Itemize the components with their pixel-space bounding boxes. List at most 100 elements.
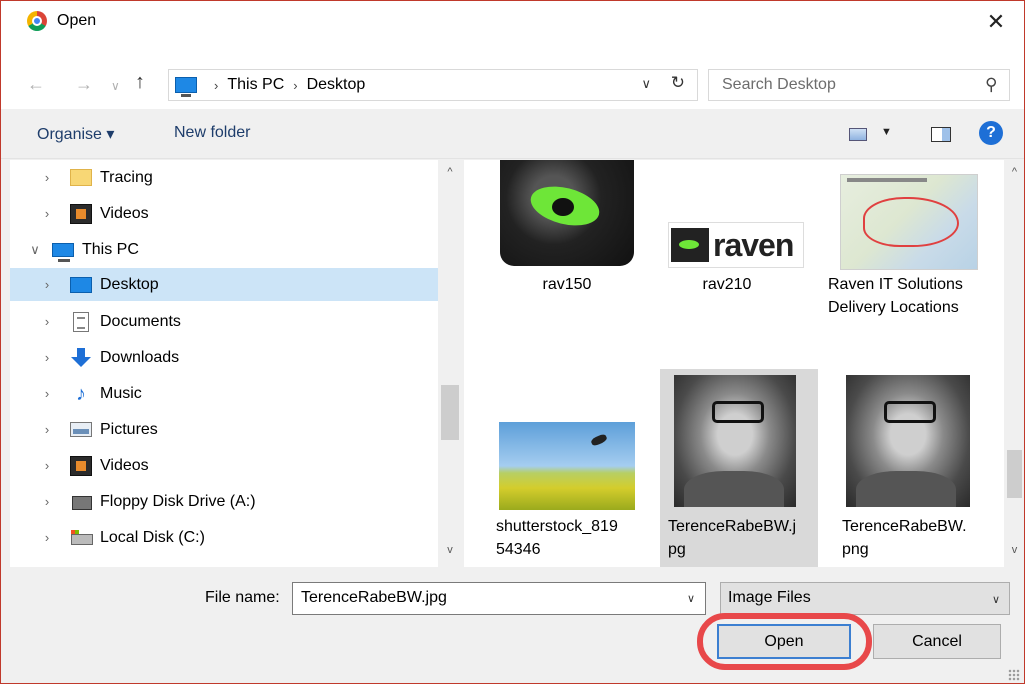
preview-pane-icon[interactable]	[931, 127, 951, 142]
file-name-dropdown-icon[interactable]: ∨	[687, 592, 695, 605]
open-file-dialog: Open ✕ ← → ∨ ↑ › This PC › Desktop ∨ ↻ S…	[0, 0, 1025, 684]
expand-chevron-icon[interactable]: ›	[36, 530, 58, 545]
nav-item-tracing[interactable]: › Tracing	[10, 161, 438, 194]
rav210-thumbnail: raven	[668, 222, 804, 268]
view-options-chevron-icon[interactable]: ▼	[881, 126, 892, 138]
nav-item-pictures[interactable]: › Pictures	[10, 413, 438, 446]
scroll-up-icon[interactable]: ^	[438, 166, 462, 178]
desktop-icon	[70, 276, 92, 293]
file-tile-shutterstock[interactable]: shutterstock_819 54346	[488, 370, 646, 567]
dialog-title: Open	[57, 12, 97, 29]
scroll-up-icon[interactable]: ^	[1005, 166, 1024, 178]
search-input[interactable]: Search Desktop ⚲	[708, 69, 1010, 101]
nav-item-label: This PC	[82, 240, 139, 258]
file-list-pane: rav150 raven rav210 Raven IT Solutions D…	[464, 160, 1004, 567]
nav-item-this-pc[interactable]: ∨ This PC	[10, 233, 438, 266]
this-pc-icon	[52, 242, 74, 262]
file-name-label-line2: 54346	[496, 541, 541, 558]
file-list-scrollbar[interactable]: ^ v	[1005, 160, 1024, 567]
nav-item-label: Local Disk (C:)	[100, 528, 205, 546]
nav-item-music[interactable]: › ♪ Music	[10, 377, 438, 410]
nav-item-local-disk[interactable]: › Local Disk (C:)	[10, 521, 438, 554]
nav-item-downloads[interactable]: › Downloads	[10, 341, 438, 374]
up-arrow-icon[interactable]: ↑	[135, 71, 145, 94]
nav-scrollbar[interactable]: ^ v	[438, 160, 462, 567]
expand-chevron-icon[interactable]: ›	[36, 314, 58, 329]
forward-arrow-icon[interactable]: →	[75, 74, 93, 95]
search-placeholder: Search Desktop	[722, 76, 836, 93]
this-pc-icon	[175, 77, 197, 97]
close-icon[interactable]: ✕	[984, 9, 1008, 35]
file-tile-rav150[interactable]: rav150	[488, 160, 646, 293]
nav-item-floppy-drive[interactable]: › Floppy Disk Drive (A:)	[10, 485, 438, 518]
rav150-thumbnail	[500, 160, 634, 266]
collapse-chevron-icon[interactable]: ∨	[24, 242, 46, 258]
delivery-map-thumbnail	[840, 174, 978, 270]
videos-icon	[70, 455, 92, 476]
scroll-down-icon[interactable]: v	[1005, 544, 1024, 556]
file-type-dropdown-icon[interactable]: ∨	[992, 593, 1000, 606]
documents-icon	[73, 311, 89, 332]
organise-menu-button[interactable]: Organise ▾	[37, 124, 114, 144]
expand-chevron-icon[interactable]: ›	[36, 350, 58, 365]
shutterstock-thumbnail	[499, 422, 635, 510]
file-name-input[interactable]: TerenceRabeBW.jpg	[292, 582, 706, 615]
change-view-icon[interactable]	[849, 128, 867, 141]
expand-chevron-icon[interactable]: ›	[36, 458, 58, 473]
nav-scroll-thumb[interactable]	[441, 385, 459, 440]
title-bar: Open ✕	[1, 1, 1024, 41]
new-folder-button[interactable]: New folder	[174, 124, 250, 142]
scroll-down-icon[interactable]: v	[438, 544, 462, 556]
breadcrumb-this-pc[interactable]: This PC	[227, 76, 284, 94]
file-tile-delivery-map[interactable]: Raven IT Solutions Delivery Locations	[818, 160, 978, 370]
nav-item-videos[interactable]: › Videos	[10, 197, 438, 230]
nav-item-documents[interactable]: › Documents	[10, 305, 438, 338]
expand-chevron-icon[interactable]: ›	[36, 494, 58, 509]
back-arrow-icon[interactable]: ←	[27, 74, 45, 95]
videos-icon	[70, 203, 92, 224]
file-tile-rav210[interactable]: raven rav210	[648, 160, 806, 293]
recent-locations-chevron-icon[interactable]: ∨	[111, 79, 120, 93]
folder-icon	[70, 169, 92, 186]
nav-item-desktop[interactable]: › Desktop	[10, 268, 438, 301]
navigation-pane: › Tracing › Videos ∨ This PC › Desktop ›…	[10, 160, 462, 567]
search-icon[interactable]: ⚲	[985, 75, 997, 95]
file-name-label: Raven IT Solutions Delivery Locations	[828, 276, 963, 316]
nav-item-label: Downloads	[100, 348, 180, 366]
nav-item-label: Videos	[100, 204, 149, 222]
nav-item-videos-2[interactable]: › Videos	[10, 449, 438, 482]
breadcrumb-separator-icon[interactable]: ›	[293, 78, 297, 93]
cancel-button[interactable]: Cancel	[873, 624, 1001, 659]
breadcrumb-desktop[interactable]: Desktop	[307, 76, 366, 94]
floppy-drive-icon	[70, 492, 92, 512]
music-icon: ♪	[76, 382, 86, 405]
file-name-label: rav150	[542, 276, 592, 293]
local-disk-icon	[70, 528, 93, 548]
file-tile-terence-jpg[interactable]: TerenceRabeBW.j pg	[660, 369, 818, 567]
file-name-label: rav210	[702, 276, 752, 293]
expand-chevron-icon[interactable]: ›	[36, 170, 58, 185]
file-type-value: Image Files	[728, 589, 811, 606]
expand-chevron-icon[interactable]: ›	[36, 386, 58, 401]
nav-item-label: Videos	[100, 456, 149, 474]
nav-item-label: Music	[100, 384, 142, 402]
resize-grip-icon[interactable]	[1008, 669, 1020, 681]
file-type-select[interactable]: Image Files ∨	[720, 582, 1010, 615]
file-name-label-line1: TerenceRabeBW.j	[668, 518, 797, 535]
nav-item-label: Pictures	[100, 420, 158, 438]
file-name-label: File name:	[205, 589, 280, 606]
open-button[interactable]: Open	[717, 624, 851, 659]
refresh-icon[interactable]: ↻	[671, 73, 685, 93]
nav-item-label: Documents	[100, 312, 181, 330]
address-dropdown-icon[interactable]: ∨	[641, 76, 651, 92]
expand-chevron-icon[interactable]: ›	[36, 206, 58, 221]
downloads-icon	[70, 347, 92, 368]
help-icon[interactable]: ?	[979, 121, 1003, 145]
breadcrumb-separator-icon[interactable]: ›	[214, 78, 218, 93]
address-bar[interactable]: › This PC › Desktop ∨ ↻	[168, 69, 698, 101]
nav-item-label: Desktop	[100, 275, 159, 293]
expand-chevron-icon[interactable]: ›	[36, 277, 58, 292]
file-list-scroll-thumb[interactable]	[1007, 450, 1022, 498]
file-tile-terence-png[interactable]: TerenceRabeBW. png	[834, 369, 992, 567]
expand-chevron-icon[interactable]: ›	[36, 422, 58, 437]
